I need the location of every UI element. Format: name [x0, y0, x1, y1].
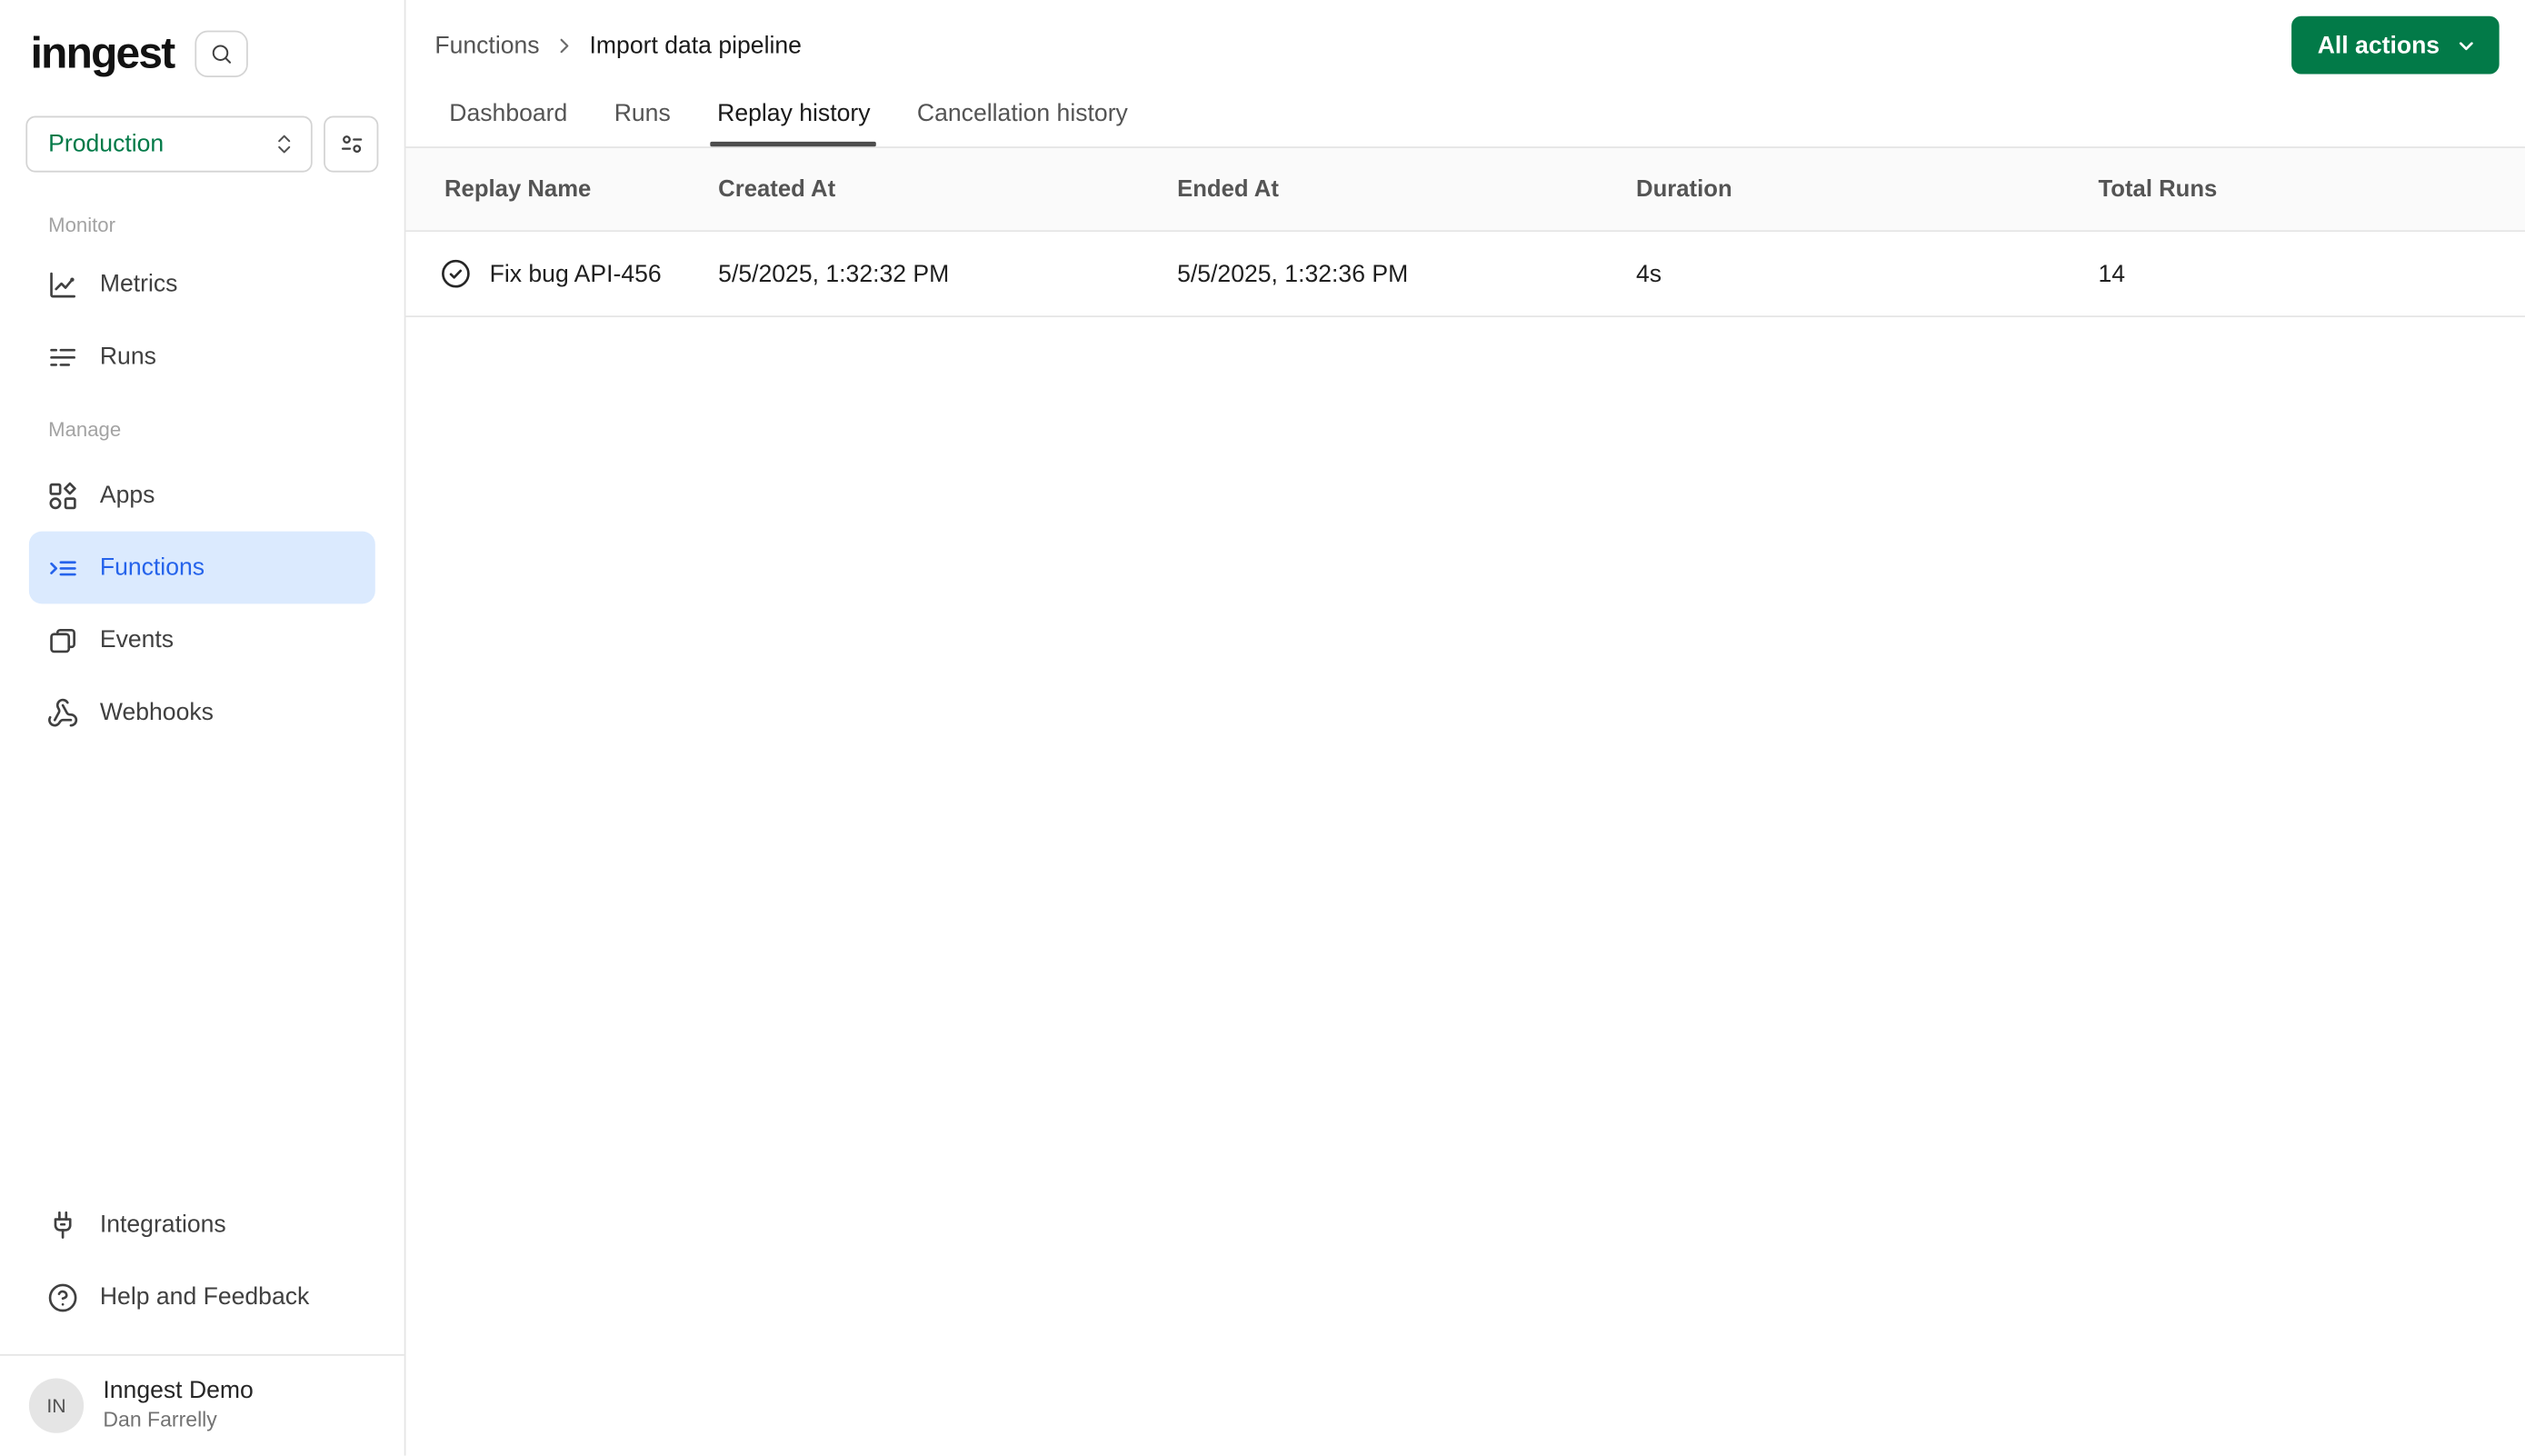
environment-settings-button[interactable]: [324, 115, 379, 173]
chart-line-icon: [46, 268, 78, 300]
account-menu[interactable]: IN Inngest Demo Dan Farrelly: [28, 1356, 375, 1456]
sidebar-bottom: Integrations Help and Feedback IN Innges…: [0, 1188, 404, 1455]
sidebar: inngest Production Monitor Metrics Runs …: [0, 0, 406, 1456]
table-row[interactable]: Fix bug API-456 5/5/2025, 1:32:32 PM 5/5…: [405, 232, 2525, 318]
inngest-logo: inngest: [30, 28, 175, 77]
replay-history-table: Replay Name Created At Ended At Duration…: [405, 147, 2525, 318]
breadcrumb: Functions Import data pipeline: [434, 32, 802, 59]
table-header: Replay Name Created At Ended At Duration…: [405, 147, 2525, 233]
sidebar-item-help[interactable]: Help and Feedback: [29, 1261, 375, 1333]
cell-ended-at: 5/5/2025, 1:32:36 PM: [1177, 260, 1409, 288]
column-header-ended-at: Ended At: [1177, 175, 1279, 203]
sidebar-nav: Monitor Metrics Runs Manage Apps Functio…: [0, 173, 404, 749]
apps-grid-icon: [46, 479, 78, 511]
chevrons-up-down-icon: [272, 132, 296, 156]
sidebar-item-label: Metrics: [99, 270, 178, 298]
column-header-created-at: Created At: [718, 175, 836, 203]
chevron-down-icon: [2454, 33, 2479, 57]
sidebar-item-label: Apps: [99, 481, 155, 509]
column-header-total-runs: Total Runs: [2098, 175, 2218, 203]
sidebar-item-webhooks[interactable]: Webhooks: [29, 676, 375, 749]
environment-value: Production: [48, 130, 165, 158]
section-label-manage: Manage: [48, 418, 122, 442]
sidebar-item-label: Integrations: [99, 1211, 226, 1239]
cell-duration: 4s: [1636, 260, 1662, 288]
tab-dashboard[interactable]: Dashboard: [444, 79, 573, 146]
functions-list-icon: [46, 552, 78, 583]
tab-bar: Dashboard Runs Replay history Cancellati…: [405, 79, 2525, 148]
column-header-replay-name: Replay Name: [444, 175, 592, 203]
chevron-right-icon: [553, 34, 577, 58]
cell-replay-name: Fix bug API-456: [440, 257, 719, 289]
page-title: Import data pipeline: [589, 32, 802, 60]
sliders-icon: [337, 131, 364, 158]
account-info: Inngest Demo Dan Farrelly: [103, 1377, 253, 1433]
events-copy-icon: [46, 624, 78, 656]
breadcrumb-functions-link[interactable]: Functions: [434, 32, 539, 59]
org-name: Inngest Demo: [103, 1376, 254, 1404]
section-label-monitor: Monitor: [48, 214, 116, 237]
app-window: inngest Production Monitor Metrics Runs …: [0, 0, 2525, 1456]
all-actions-button[interactable]: All actions: [2291, 15, 2500, 75]
search-button[interactable]: [195, 29, 248, 77]
webhook-icon: [46, 696, 78, 728]
avatar: IN: [28, 1377, 85, 1432]
sidebar-item-apps[interactable]: Apps: [29, 459, 375, 532]
sidebar-item-events[interactable]: Events: [29, 603, 375, 676]
main-content: Functions Import data pipeline All actio…: [405, 0, 2525, 1456]
column-header-duration: Duration: [1636, 175, 1732, 203]
sidebar-top: inngest Production: [0, 0, 404, 173]
sidebar-item-integrations[interactable]: Integrations: [29, 1188, 375, 1261]
environment-select[interactable]: Production: [25, 115, 313, 173]
sidebar-item-label: Events: [99, 626, 175, 654]
cell-created-at: 5/5/2025, 1:32:32 PM: [718, 260, 950, 288]
check-circle-icon: [440, 257, 472, 289]
sidebar-item-label: Help and Feedback: [99, 1283, 310, 1311]
sidebar-item-label: Runs: [99, 343, 156, 371]
tab-cancellation-history[interactable]: Cancellation history: [913, 79, 1133, 146]
search-icon: [209, 41, 234, 65]
tab-runs[interactable]: Runs: [609, 79, 675, 146]
runs-list-icon: [46, 341, 78, 373]
sidebar-item-functions[interactable]: Functions: [28, 531, 375, 604]
all-actions-label: All actions: [2317, 31, 2440, 59]
help-circle-icon: [46, 1281, 78, 1312]
sidebar-item-label: Webhooks: [99, 698, 214, 727]
tab-replay-history[interactable]: Replay history: [711, 79, 877, 147]
sidebar-item-label: Functions: [99, 553, 205, 582]
user-name: Dan Farrelly: [103, 1407, 217, 1432]
sidebar-item-metrics[interactable]: Metrics: [29, 248, 375, 321]
plug-icon: [46, 1209, 78, 1241]
replay-name-text: Fix bug API-456: [489, 260, 662, 288]
cell-total-runs: 14: [2098, 260, 2126, 288]
sidebar-item-runs[interactable]: Runs: [29, 321, 375, 394]
